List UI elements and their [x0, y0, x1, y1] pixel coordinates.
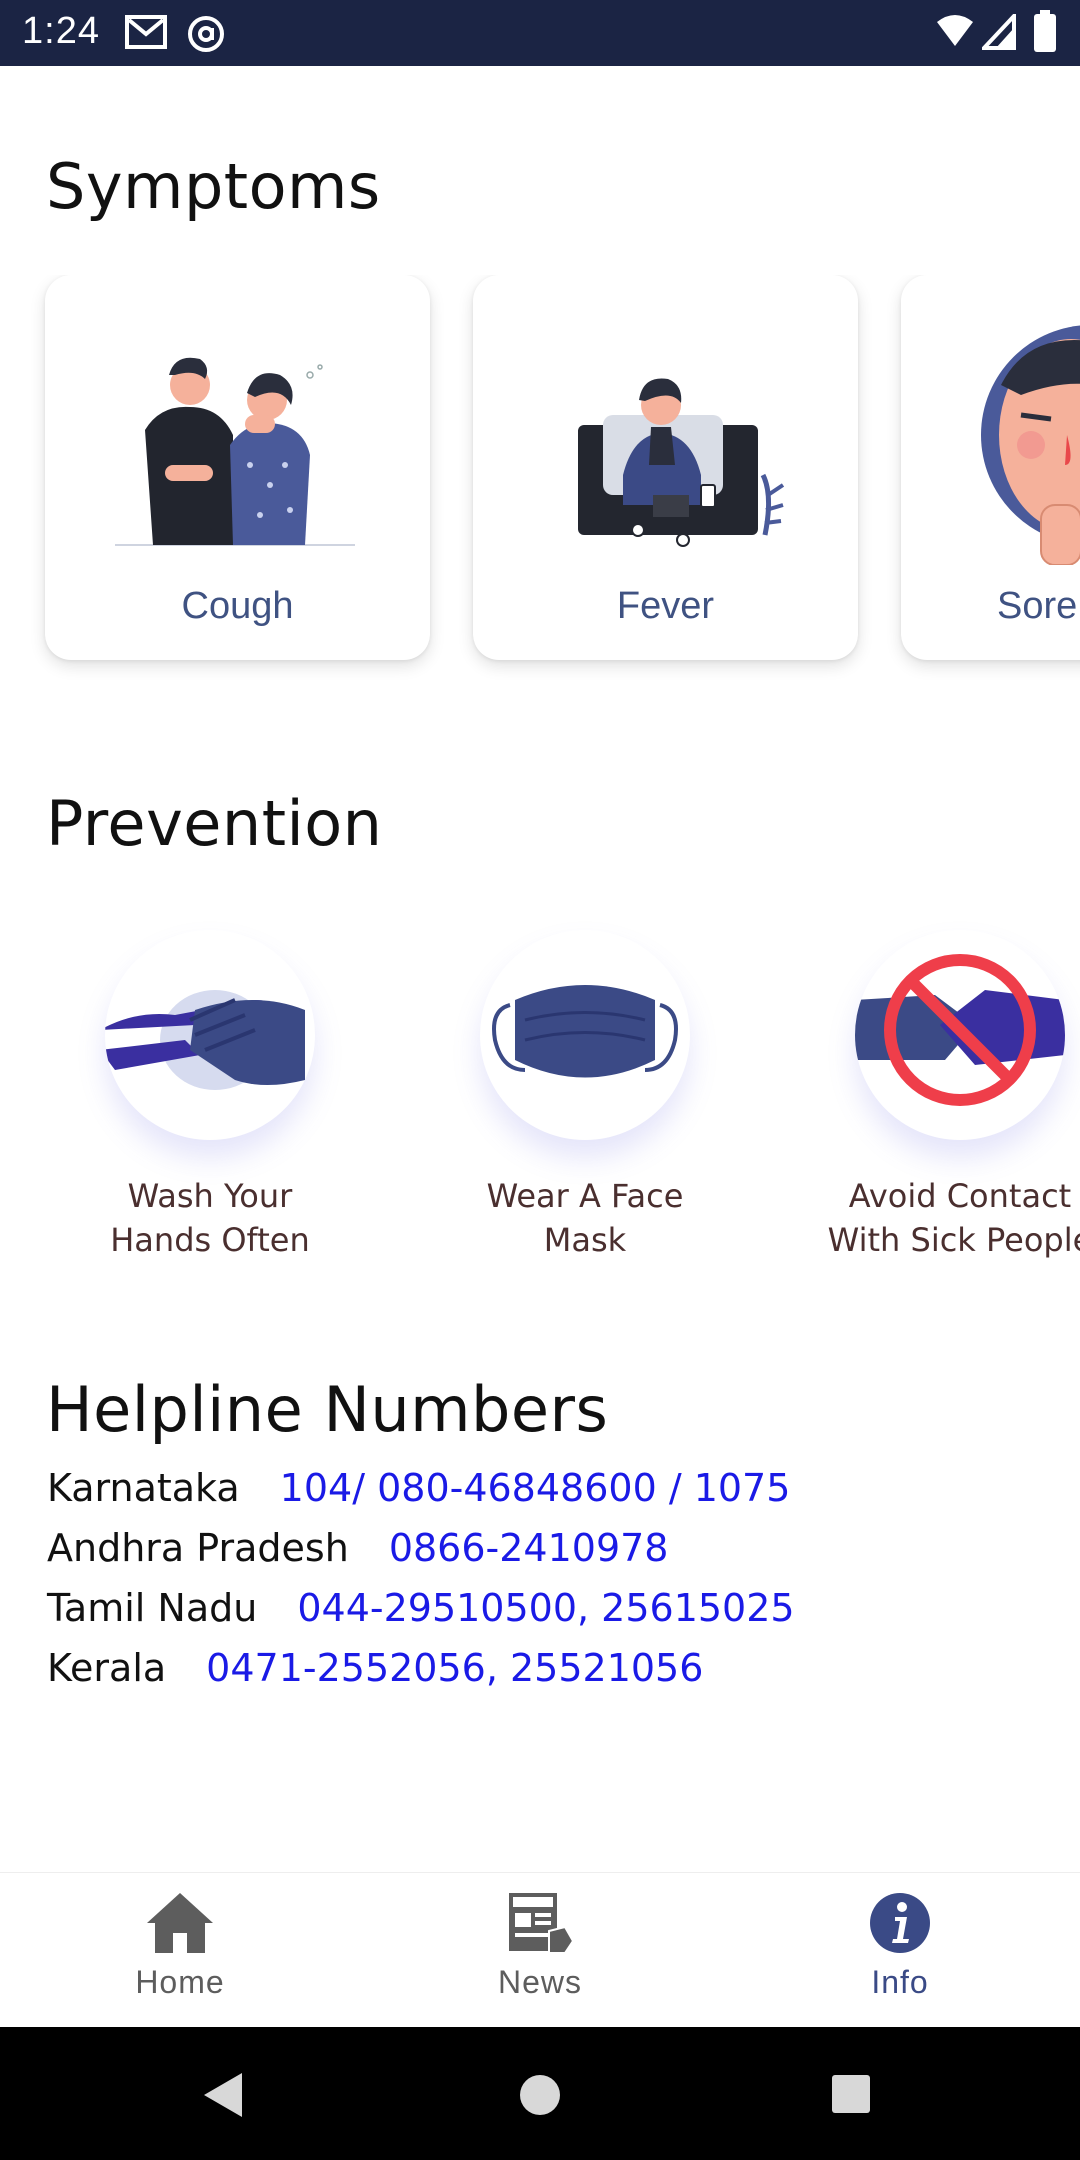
helpline-row: Karnataka 104/ 080-46848600 / 1075: [47, 1466, 790, 1510]
signal-icon: [982, 14, 1016, 50]
prevention-title: Prevention: [46, 787, 383, 860]
symptom-label: Fever: [616, 585, 715, 627]
helpline-row: Kerala 0471-2552056, 25521056: [47, 1646, 703, 1690]
symptom-card-fever[interactable]: Fever: [473, 275, 858, 660]
helpline-number-link[interactable]: 104/ 080-46848600 / 1075: [280, 1466, 791, 1510]
helpline-number-link[interactable]: 044-29510500, 25615025: [297, 1586, 794, 1630]
helpline-state: Andhra Pradesh: [47, 1526, 349, 1570]
hand-wash-icon: [105, 930, 315, 1140]
at-sign-icon: [188, 16, 224, 52]
cough-illustration: [115, 357, 355, 546]
prevention-item-wash-hands[interactable]: Wash Your Hands Often: [60, 930, 360, 1262]
symptom-card-cough[interactable]: Cough: [45, 275, 430, 660]
sore-throat-illustration: [981, 325, 1080, 565]
symptoms-carousel[interactable]: Cough Fever Sore: [0, 275, 1080, 685]
symptom-label: Sore: [997, 585, 1078, 627]
nav-home[interactable]: Home: [80, 1891, 280, 2001]
nav-news[interactable]: News: [440, 1891, 640, 2001]
helpline-state: Tamil Nadu: [47, 1586, 258, 1630]
helpline-row: Tamil Nadu 044-29510500, 25615025: [47, 1586, 795, 1630]
status-bar: 1:24: [0, 0, 1080, 66]
battery-icon: [1034, 10, 1056, 52]
symptom-label: Cough: [181, 585, 294, 627]
helpline-number-link[interactable]: 0866-2410978: [389, 1526, 669, 1570]
helpline-title: Helpline Numbers: [46, 1373, 609, 1446]
prevention-label-line1: Wash Your: [127, 1177, 293, 1215]
prevention-label-line2: With Sick People: [827, 1221, 1080, 1259]
no-handshake-icon: [855, 930, 1065, 1140]
prevention-label-line1: Wear A Face: [486, 1177, 684, 1215]
fever-illustration: [578, 378, 785, 547]
prevention-item-avoid-contact[interactable]: Avoid Contact With Sick People: [810, 930, 1080, 1262]
nav-label: Info: [871, 1964, 929, 2000]
news-icon: [509, 1893, 575, 1954]
info-icon: [870, 1893, 930, 1953]
system-navigation-bar: [0, 2027, 1080, 2160]
wifi-icon: [937, 15, 973, 46]
helpline-number-link[interactable]: 0471-2552056, 25521056: [206, 1646, 703, 1690]
bottom-navigation: Home News Info: [0, 1872, 1080, 2028]
face-mask-icon: [480, 930, 690, 1140]
helpline-state: Kerala: [47, 1646, 167, 1690]
status-time: 1:24: [22, 10, 100, 52]
gmail-icon: [125, 15, 167, 49]
nav-label: Home: [135, 1964, 225, 2000]
nav-info[interactable]: Info: [800, 1891, 1000, 2001]
nav-label: News: [497, 1964, 582, 2000]
helpline-row: Andhra Pradesh 0866-2410978: [47, 1526, 668, 1570]
helpline-state: Karnataka: [47, 1466, 240, 1510]
prevention-label-line1: Avoid Contact: [848, 1177, 1072, 1215]
prevention-label-line2: Hands Often: [110, 1221, 310, 1259]
home-circle-icon[interactable]: [518, 2073, 562, 2117]
prevention-label-line2: Mask: [543, 1221, 627, 1259]
prevention-item-face-mask[interactable]: Wear A Face Mask: [435, 930, 735, 1262]
recents-icon[interactable]: [830, 2073, 872, 2115]
symptom-card-sore[interactable]: Sore: [901, 275, 1080, 660]
home-icon: [147, 1893, 213, 1953]
symptoms-title: Symptoms: [46, 150, 381, 223]
back-icon[interactable]: [200, 2071, 246, 2119]
